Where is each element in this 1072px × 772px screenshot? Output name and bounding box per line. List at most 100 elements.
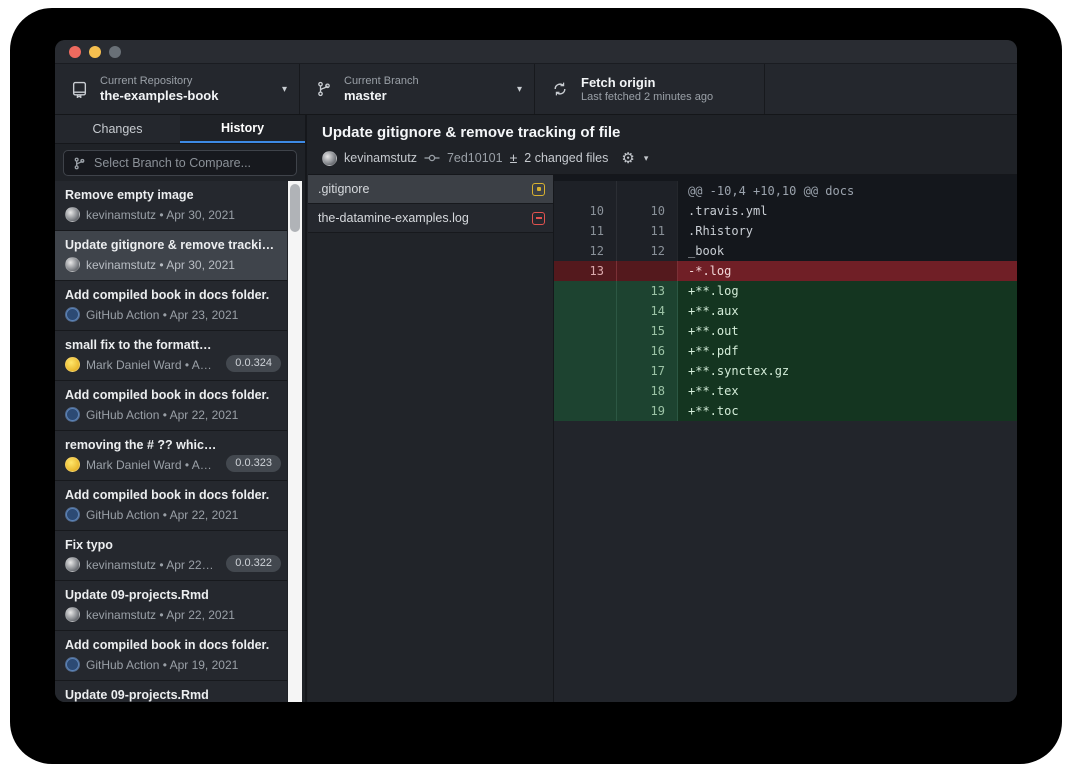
commit-item-meta: GitHub Action • Apr 22, 2021 xyxy=(65,407,279,422)
diff-line-text: .Rhistory xyxy=(677,221,1017,241)
commit-item-author-date: kevinamstutz • Apr 22, 2021 xyxy=(86,608,235,622)
close-button[interactable] xyxy=(69,46,81,58)
chevron-down-icon: ▾ xyxy=(517,84,522,95)
titlebar[interactable] xyxy=(55,40,1017,63)
old-line-number xyxy=(554,341,616,361)
old-line-number: 12 xyxy=(554,241,616,261)
commit-item-meta: kevinamstutz • Apr 30, 2021 xyxy=(65,257,279,272)
new-line-number: 13 xyxy=(616,281,677,301)
new-line-number: 14 xyxy=(616,301,677,321)
new-line-number: 12 xyxy=(616,241,677,261)
commit-list-item[interactable]: Add compiled book in docs folder.GitHub … xyxy=(55,281,287,331)
changed-files-count: 2 changed files xyxy=(524,151,608,165)
diff-line: 13-*.log xyxy=(554,261,1017,281)
commit-list-item[interactable]: small fix to the formatt…Mark Daniel War… xyxy=(55,331,287,381)
content-area: Changes History xyxy=(55,115,1017,702)
fetch-subtitle: Last fetched 2 minutes ago xyxy=(581,91,752,104)
repo-label: Current Repository xyxy=(100,75,274,88)
branch-name: master xyxy=(344,88,509,104)
backdrop-frame: Current Repository the-examples-book ▾ xyxy=(10,8,1062,764)
diff-icon: ± xyxy=(510,151,518,165)
commit-list-item[interactable]: Add compiled book in docs folder. GitHub … xyxy=(55,381,287,431)
old-line-number xyxy=(554,321,616,341)
commit-item-meta: kevinamstutz • Apr 30, 2021 xyxy=(65,207,279,222)
commit-list-item[interactable]: Update 09-projects.Rmdkevinamstutz • Apr… xyxy=(55,581,287,631)
new-line-number: 18 xyxy=(616,381,677,401)
minimize-button[interactable] xyxy=(89,46,101,58)
commit-item-title: Add compiled book in docs folder. xyxy=(65,387,279,403)
branch-compare-input[interactable]: Select Branch to Compare... xyxy=(63,150,297,176)
commit-item-meta: GitHub Action • Apr 22, 2021 xyxy=(65,507,279,522)
commit-title: Update gitignore & remove tracking of fi… xyxy=(322,123,1017,143)
version-badge: 0.0.323 xyxy=(226,455,281,472)
commit-item-title: Update gitignore & remove tracki… xyxy=(65,237,279,253)
tab-changes[interactable]: Changes xyxy=(55,115,180,143)
commit-list-item[interactable]: Add compiled book in docs folder. GitHub … xyxy=(55,481,287,531)
avatar xyxy=(322,151,337,166)
fetch-icon xyxy=(551,80,569,98)
avatar xyxy=(65,357,80,372)
commit-list-item[interactable]: Update 09-projects.Rmd xyxy=(55,681,287,702)
commit-list-item[interactable]: Remove empty image kevinamstutz • Apr 30,… xyxy=(55,181,287,231)
commit-item-title: removing the # ?? whic… xyxy=(65,437,279,453)
commit-item-author-date: GitHub Action • Apr 22, 2021 xyxy=(86,408,238,422)
commit-item-author-date: GitHub Action • Apr 19, 2021 xyxy=(86,658,238,672)
diff-line-text: +**.out xyxy=(677,321,1017,341)
modified-status-icon xyxy=(532,183,545,196)
current-repository-button[interactable]: Current Repository the-examples-book ▾ xyxy=(55,64,300,114)
tab-history[interactable]: History xyxy=(180,115,305,143)
commit-list-item[interactable]: Update gitignore & remove tracki… kevinam… xyxy=(55,231,287,281)
diff-line-text: +**.aux xyxy=(677,301,1017,321)
commit-item-title: Update 09-projects.Rmd xyxy=(65,687,279,702)
old-line-number xyxy=(554,301,616,321)
new-line-number: 10 xyxy=(616,201,677,221)
avatar xyxy=(65,457,80,472)
current-branch-button[interactable]: Current Branch master ▾ xyxy=(300,64,535,114)
avatar xyxy=(65,307,80,322)
new-line-number: 17 xyxy=(616,361,677,381)
commit-item-meta: kevinamstutz • Apr 22, 2021 xyxy=(65,607,279,622)
chevron-down-icon[interactable]: ▾ xyxy=(644,153,649,164)
main-panel: Update gitignore & remove tracking of fi… xyxy=(308,115,1017,702)
changed-file-list: .gitignorethe-datamine-examples.log xyxy=(308,175,554,702)
commit-list-item[interactable]: Fix typokevinamstutz • Apr 22…0.0.322 xyxy=(55,531,287,581)
scrollbar-thumb[interactable] xyxy=(290,184,300,232)
fetch-origin-button[interactable]: Fetch origin Last fetched 2 minutes ago xyxy=(535,64,765,114)
diff-line-text: +**.pdf xyxy=(677,341,1017,361)
diff-line: 15+**.out xyxy=(554,321,1017,341)
screenshot-canvas: Current Repository the-examples-book ▾ xyxy=(0,0,1072,772)
avatar xyxy=(65,257,80,272)
old-line-number xyxy=(554,381,616,401)
commit-item-title: Add compiled book in docs folder. xyxy=(65,487,279,503)
diff-line: 14+**.aux xyxy=(554,301,1017,321)
commit-list-item[interactable]: removing the # ?? whic…Mark Daniel Ward … xyxy=(55,431,287,481)
commit-header: Update gitignore & remove tracking of fi… xyxy=(308,115,1017,175)
commit-item-title: Remove empty image xyxy=(65,187,279,203)
zoom-button[interactable] xyxy=(109,46,121,58)
diff-line-text: +**.log xyxy=(677,281,1017,301)
avatar xyxy=(65,407,80,422)
sidebar-scrollbar[interactable] xyxy=(288,181,302,702)
gear-icon[interactable]: ⚙ xyxy=(621,149,634,167)
commit-list-item[interactable]: Add compiled book in docs folder.GitHub … xyxy=(55,631,287,681)
diff-line-text: .travis.yml xyxy=(677,201,1017,221)
commit-list: Remove empty image kevinamstutz • Apr 30,… xyxy=(55,181,287,702)
file-list-item[interactable]: .gitignore xyxy=(308,175,553,204)
version-badge: 0.0.322 xyxy=(226,555,281,572)
old-line-number: 11 xyxy=(554,221,616,241)
diff-line: 18+**.tex xyxy=(554,381,1017,401)
chevron-down-icon: ▾ xyxy=(282,84,287,95)
commit-item-author-date: GitHub Action • Apr 22, 2021 xyxy=(86,508,238,522)
branch-icon xyxy=(73,157,86,170)
file-list-item[interactable]: the-datamine-examples.log xyxy=(308,204,553,233)
branch-label: Current Branch xyxy=(344,75,509,88)
diff-view: @@ -10,4 +10,10 @@ docs1010.travis.yml11… xyxy=(554,175,1017,702)
avatar xyxy=(65,657,80,672)
old-line-number xyxy=(554,361,616,381)
diff-line-text: -*.log xyxy=(677,261,1017,281)
new-line-number: 16 xyxy=(616,341,677,361)
diff-line: 1212_book xyxy=(554,241,1017,261)
new-line-number xyxy=(616,181,677,201)
commit-item-meta: GitHub Action • Apr 23, 2021 xyxy=(65,307,279,322)
compare-placeholder: Select Branch to Compare... xyxy=(94,156,251,170)
